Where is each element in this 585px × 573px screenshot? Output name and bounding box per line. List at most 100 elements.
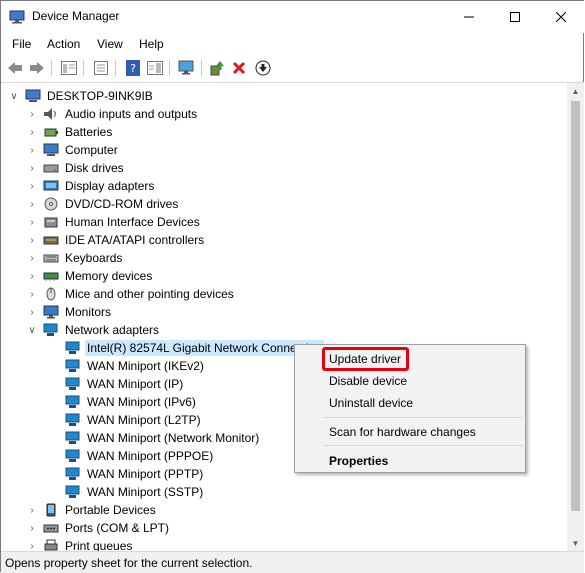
vertical-scrollbar[interactable]: ▲ ▼ bbox=[567, 83, 584, 551]
menu-scan-hardware[interactable]: Scan for hardware changes bbox=[329, 425, 476, 439]
scan-hardware-button[interactable] bbox=[177, 58, 197, 78]
expand-chevron-icon[interactable]: › bbox=[27, 303, 37, 321]
update-driver-toolbar-button[interactable] bbox=[207, 58, 227, 78]
expand-chevron-icon[interactable]: › bbox=[27, 285, 37, 303]
properties-toolbar-button[interactable] bbox=[91, 58, 111, 78]
context-menu-separator bbox=[323, 417, 523, 418]
menu-properties[interactable]: Properties bbox=[329, 454, 388, 468]
tree-item[interactable]: › Mice and other pointing devices bbox=[27, 285, 236, 303]
status-bar: Opens property sheet for the current sel… bbox=[1, 551, 584, 573]
show-hide-tree-button[interactable] bbox=[59, 58, 79, 78]
forward-button[interactable] bbox=[27, 58, 47, 78]
tree-item-label: Display adapters bbox=[65, 179, 155, 193]
uninstall-toolbar-button[interactable] bbox=[229, 58, 249, 78]
toolbar: ? bbox=[1, 56, 584, 83]
expand-chevron-icon[interactable]: › bbox=[27, 249, 37, 267]
tree-item-label: Memory devices bbox=[65, 269, 153, 283]
menu-action[interactable]: Action bbox=[47, 37, 80, 51]
network-adapter-label: Intel(R) 82574L Gigabit Network Connecti… bbox=[85, 340, 325, 356]
network-adapter-item[interactable]: WAN Miniport (PPPOE) bbox=[65, 447, 215, 465]
network-adapter-icon bbox=[65, 359, 80, 372]
network-adapter-item[interactable]: WAN Miniport (IKEv2) bbox=[65, 357, 206, 375]
tree-item-label: Keyboards bbox=[65, 251, 123, 265]
tree-item-label: Batteries bbox=[65, 125, 113, 139]
expand-chevron-icon[interactable]: › bbox=[27, 231, 37, 249]
tree-root[interactable]: ∨ DESKTOP-9INK9IB bbox=[9, 87, 155, 105]
expand-chevron-icon[interactable]: › bbox=[27, 501, 37, 519]
tree-item[interactable]: › IDE ATA/ATAPI controllers bbox=[27, 231, 206, 249]
tree-item[interactable]: › Monitors bbox=[27, 303, 113, 321]
expand-chevron-icon[interactable]: › bbox=[27, 213, 37, 231]
network-adapter-icon bbox=[43, 323, 58, 336]
help-toolbar-button[interactable]: ? bbox=[123, 58, 143, 78]
action-pane-button[interactable] bbox=[145, 58, 165, 78]
computer-icon bbox=[43, 143, 59, 156]
enable-device-button[interactable] bbox=[253, 58, 273, 78]
expand-chevron-icon[interactable]: › bbox=[27, 159, 37, 177]
tree-item[interactable]: › Display adapters bbox=[27, 177, 156, 195]
menu-disable-device[interactable]: Disable device bbox=[329, 374, 407, 388]
close-button[interactable] bbox=[538, 1, 584, 33]
tree-item[interactable]: › Keyboards bbox=[27, 249, 124, 267]
network-adapter-item[interactable]: WAN Miniport (L2TP) bbox=[65, 411, 203, 429]
tree-item-label: Computer bbox=[65, 143, 118, 157]
expand-chevron-icon[interactable]: › bbox=[27, 177, 37, 195]
tree-item[interactable]: › Memory devices bbox=[27, 267, 154, 285]
collapse-chevron-icon[interactable]: ∨ bbox=[27, 321, 37, 339]
menu-file[interactable]: File bbox=[12, 37, 31, 51]
tree-item-label: Disk drives bbox=[65, 161, 124, 175]
maximize-button[interactable] bbox=[492, 1, 538, 33]
scroll-up-arrow-icon[interactable]: ▲ bbox=[567, 83, 584, 99]
menu-uninstall-device[interactable]: Uninstall device bbox=[329, 396, 413, 410]
tree-item[interactable]: › Human Interface Devices bbox=[27, 213, 202, 231]
menu-help[interactable]: Help bbox=[139, 37, 164, 51]
toolbar-separator bbox=[201, 60, 202, 76]
tree-item[interactable]: › Ports (COM & LPT) bbox=[27, 519, 171, 537]
expand-chevron-icon[interactable]: › bbox=[27, 519, 37, 537]
network-adapter-label: WAN Miniport (IPv6) bbox=[87, 395, 196, 409]
network-adapter-label: WAN Miniport (Network Monitor) bbox=[87, 431, 260, 445]
tree-item-label: Audio inputs and outputs bbox=[65, 107, 198, 121]
menu-bar: File Action View Help bbox=[1, 33, 584, 55]
printer-icon bbox=[44, 539, 58, 551]
status-text: Opens property sheet for the current sel… bbox=[5, 556, 253, 570]
menu-view[interactable]: View bbox=[97, 37, 123, 51]
monitor-scan-icon bbox=[178, 60, 194, 75]
network-adapter-item[interactable]: WAN Miniport (PPTP) bbox=[65, 465, 205, 483]
scrollbar-thumb[interactable] bbox=[571, 101, 580, 511]
expand-chevron-icon[interactable]: › bbox=[27, 123, 37, 141]
context-menu-separator bbox=[323, 445, 523, 446]
expand-chevron-icon[interactable]: › bbox=[27, 267, 37, 285]
network-adapter-item[interactable]: WAN Miniport (SSTP) bbox=[65, 483, 205, 501]
expand-chevron-icon[interactable]: › bbox=[27, 195, 37, 213]
title-bar: Device Manager bbox=[1, 1, 584, 33]
collapse-chevron-icon[interactable]: ∨ bbox=[9, 87, 19, 105]
device-manager-window: Device Manager File Action View Help ? ∨… bbox=[0, 0, 584, 573]
tree-item[interactable]: › DVD/CD-ROM drives bbox=[27, 195, 180, 213]
tree-item[interactable]: › Batteries bbox=[27, 123, 114, 141]
back-button[interactable] bbox=[5, 58, 25, 78]
network-adapter-icon bbox=[65, 413, 80, 426]
tree-item[interactable]: › Computer bbox=[27, 141, 120, 159]
expand-chevron-icon[interactable]: › bbox=[27, 537, 37, 552]
maximize-icon bbox=[510, 12, 520, 22]
tree-item-network-adapters[interactable]: ∨ Network adapters bbox=[27, 321, 161, 339]
tree-item[interactable]: › Portable Devices bbox=[27, 501, 158, 519]
expand-chevron-icon[interactable]: › bbox=[27, 105, 37, 123]
minimize-button[interactable] bbox=[446, 1, 492, 33]
network-adapter-item[interactable]: WAN Miniport (IP) bbox=[65, 375, 185, 393]
network-adapter-item[interactable]: WAN Miniport (IPv6) bbox=[65, 393, 198, 411]
portable-device-icon bbox=[46, 503, 56, 517]
scroll-down-arrow-icon[interactable]: ▼ bbox=[567, 535, 584, 551]
device-tree: ∨ DESKTOP-9INK9IB › Audio inputs and out… bbox=[1, 83, 567, 551]
expand-chevron-icon[interactable]: › bbox=[27, 141, 37, 159]
tree-item-label: Print queues bbox=[65, 539, 133, 551]
network-adapter-item[interactable]: Intel(R) 82574L Gigabit Network Connecti… bbox=[65, 339, 325, 357]
network-adapter-icon bbox=[65, 449, 80, 462]
forward-arrow-icon bbox=[30, 62, 44, 74]
svg-text:?: ? bbox=[130, 62, 136, 75]
tree-item[interactable]: › Print queues bbox=[27, 537, 134, 551]
tree-item[interactable]: › Audio inputs and outputs bbox=[27, 105, 199, 123]
tree-item[interactable]: › Disk drives bbox=[27, 159, 126, 177]
network-adapter-item[interactable]: WAN Miniport (Network Monitor) bbox=[65, 429, 261, 447]
